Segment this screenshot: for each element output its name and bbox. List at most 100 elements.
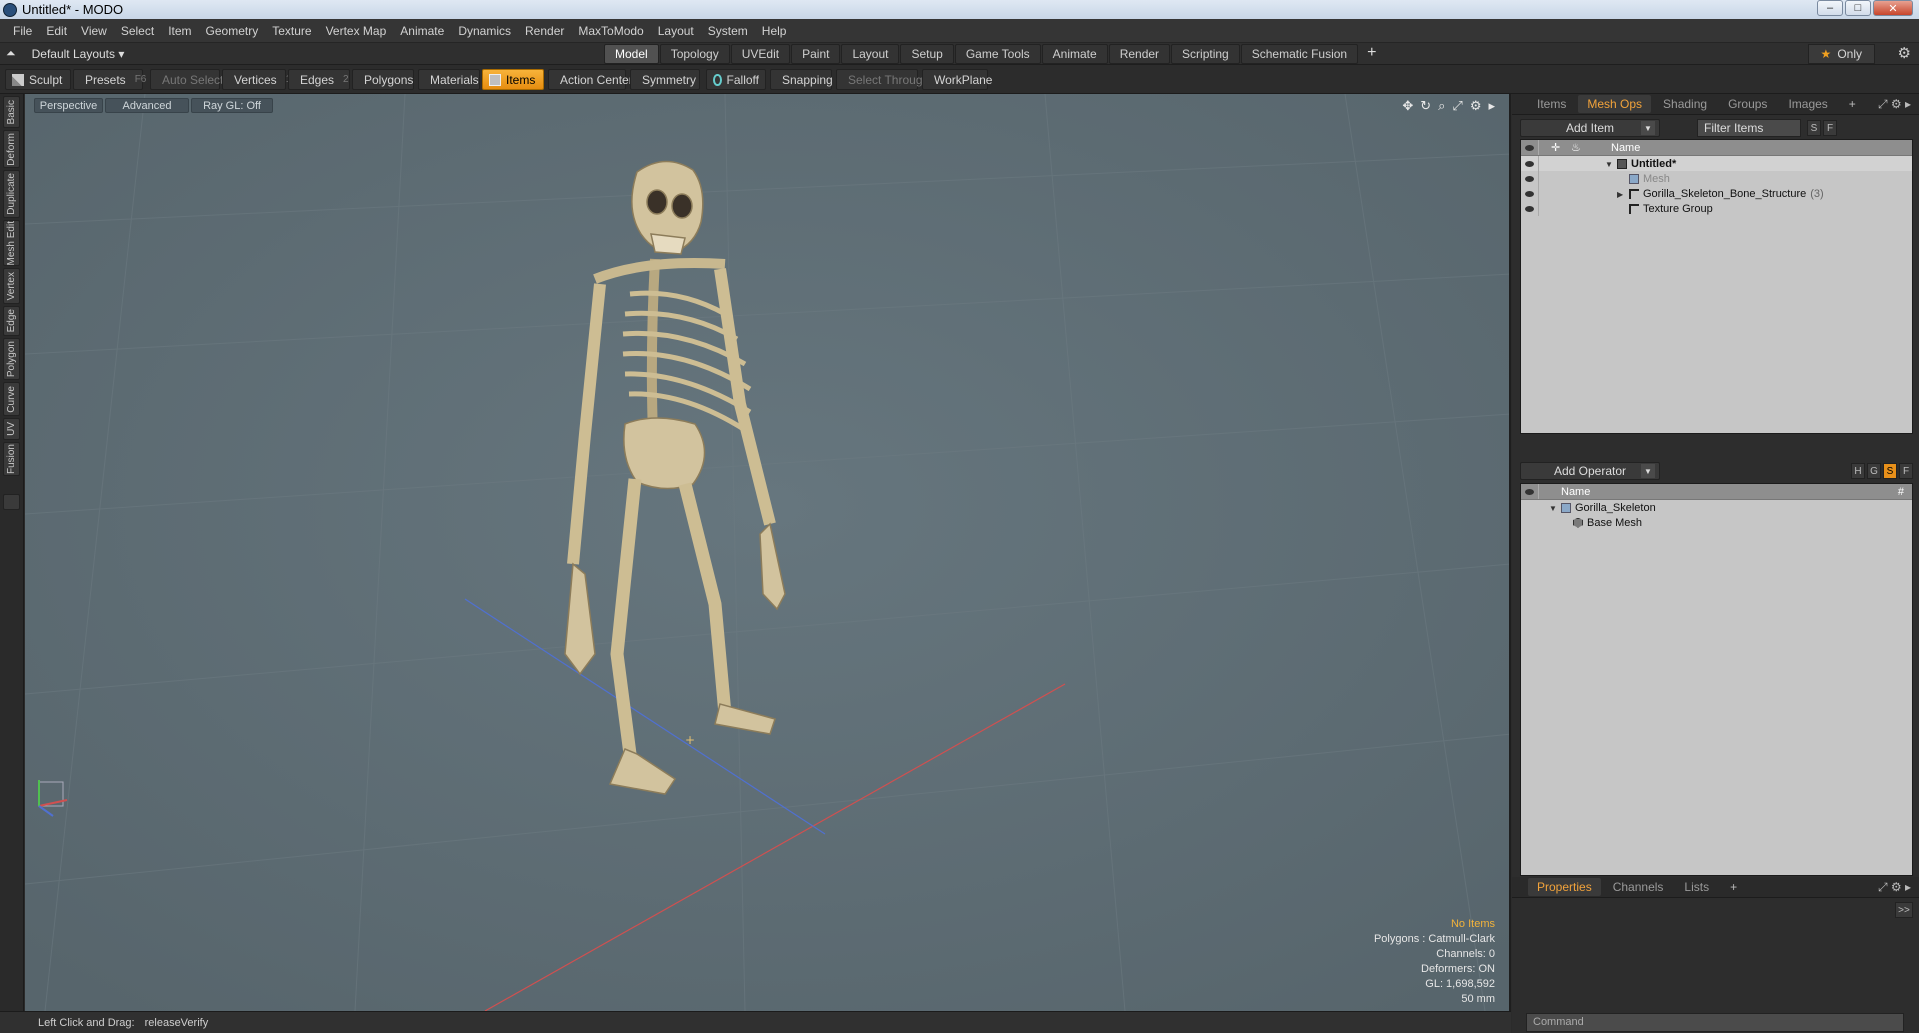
menu-vertex-map[interactable]: Vertex Map — [319, 24, 394, 38]
tree-row-bone-structure[interactable]: ▶ Gorilla_Skeleton_Bone_Structure (3) — [1521, 186, 1912, 201]
eye-icon[interactable] — [1521, 156, 1539, 171]
fit-icon[interactable]: ⤢ — [1452, 98, 1462, 114]
polygons-button[interactable]: Polygons — [352, 69, 414, 90]
tab-layout[interactable]: Layout — [841, 44, 900, 64]
falloff-button[interactable]: Falloff — [706, 69, 766, 90]
vtab-basic[interactable]: Basic — [3, 96, 20, 128]
tree-row-texture-group[interactable]: Texture Group — [1521, 201, 1912, 216]
expand-command-button[interactable]: >> — [1895, 902, 1913, 918]
tab-topology[interactable]: Topology — [659, 44, 730, 64]
tab-channels[interactable]: Channels — [1604, 878, 1673, 896]
menu-texture[interactable]: Texture — [265, 24, 318, 38]
minimize-button[interactable]: – — [1817, 0, 1843, 16]
raygl-toggle[interactable]: Ray GL: Off — [191, 98, 273, 113]
properties-expand-icon[interactable]: ⤢ ⚙ ▸ — [1878, 880, 1911, 895]
action-center-button[interactable]: Action Center — [548, 69, 633, 90]
edges-button[interactable]: Edges 2 — [288, 69, 350, 90]
zoom-icon[interactable]: ⌕ — [1438, 98, 1445, 114]
materials-button[interactable]: Materials — [418, 69, 480, 90]
vertices-button[interactable]: Vertices1 — [222, 69, 291, 90]
add-properties-tab-icon[interactable]: + — [1721, 878, 1746, 896]
rotate-icon[interactable]: ↻ — [1420, 98, 1431, 114]
tab-game-tools[interactable]: Game Tools — [954, 44, 1041, 64]
close-button[interactable]: ✕ — [1873, 0, 1913, 16]
tab-shading[interactable]: Shading — [1654, 95, 1716, 113]
vtab-uv[interactable]: UV — [3, 418, 20, 440]
menu-dynamics[interactable]: Dynamics — [451, 24, 518, 38]
vtab-mesh-edit[interactable]: Mesh Edit — [3, 220, 20, 266]
tab-render[interactable]: Render — [1108, 44, 1171, 64]
eye-icon[interactable] — [1521, 201, 1539, 216]
panel-expand-icon[interactable]: ⤢ ⚙ ▸ — [1878, 97, 1911, 112]
filter-s-button[interactable]: S — [1807, 120, 1821, 136]
collapse-arrow-icon[interactable]: ▶ — [1617, 190, 1629, 199]
menu-system[interactable]: System — [701, 24, 755, 38]
tab-uvedit[interactable]: UVEdit — [730, 44, 791, 64]
presets-button[interactable]: Presets F6 — [73, 69, 146, 90]
expand-arrow-icon[interactable]: ▼ — [1549, 504, 1561, 513]
add-item-dropdown[interactable]: Add Item ▼ — [1520, 119, 1660, 137]
tab-mesh-ops[interactable]: Mesh Ops — [1578, 95, 1652, 113]
snapping-button[interactable]: Snapping — [770, 69, 833, 90]
tab-model[interactable]: Model — [604, 44, 659, 64]
ops-g-button[interactable]: G — [1867, 463, 1881, 479]
default-layouts-dropdown[interactable]: Default Layouts ▾ — [32, 47, 125, 61]
vtab-edge[interactable]: Edge — [3, 306, 20, 336]
shading-mode-dropdown[interactable]: Advanced — [105, 98, 189, 113]
tab-images[interactable]: Images — [1779, 95, 1836, 113]
vtab-fusion[interactable]: Fusion — [3, 442, 20, 476]
tab-animate[interactable]: Animate — [1041, 44, 1108, 64]
maximize-button[interactable]: □ — [1845, 0, 1871, 16]
vtab-deform[interactable]: Deform — [3, 130, 20, 168]
ops-h-button[interactable]: H — [1851, 463, 1865, 479]
add-tab-plus-icon[interactable]: + — [1367, 44, 1376, 64]
symmetry-button[interactable]: Symmetry — [630, 69, 700, 90]
menu-animate[interactable]: Animate — [393, 24, 451, 38]
viewport-gear-icon[interactable]: ⚙ — [1470, 98, 1482, 114]
menu-help[interactable]: Help — [755, 24, 794, 38]
eye-icon[interactable] — [1521, 171, 1539, 186]
menu-geometry[interactable]: Geometry — [199, 24, 266, 38]
op-row-base-mesh[interactable]: Base Mesh — [1521, 515, 1912, 530]
menu-edit[interactable]: Edit — [39, 24, 74, 38]
menu-file[interactable]: File — [6, 24, 39, 38]
only-toggle[interactable]: ★ Only — [1807, 44, 1875, 64]
eye-icon[interactable] — [1521, 186, 1539, 201]
menu-render[interactable]: Render — [518, 24, 571, 38]
menu-select[interactable]: Select — [114, 24, 161, 38]
tab-setup[interactable]: Setup — [900, 44, 954, 64]
vtab-curve[interactable]: Curve — [3, 382, 20, 416]
vtab-duplicate[interactable]: Duplicate — [3, 170, 20, 218]
vtab-extra[interactable] — [3, 494, 20, 510]
command-input[interactable]: Command — [1526, 1013, 1904, 1032]
items-button[interactable]: Items — [482, 69, 544, 90]
ops-f-button[interactable]: F — [1899, 463, 1913, 479]
select-through-button[interactable]: Select Through — [836, 69, 929, 90]
menu-maxtomodo[interactable]: MaxToModo — [571, 24, 650, 38]
expand-arrow-icon[interactable]: ▼ — [1605, 160, 1617, 169]
add-panel-tab-icon[interactable]: + — [1840, 95, 1865, 113]
vtab-polygon[interactable]: Polygon — [3, 338, 20, 380]
tab-lists[interactable]: Lists — [1675, 878, 1718, 896]
tab-properties[interactable]: Properties — [1528, 878, 1601, 896]
viewport-menu-arrow-icon[interactable]: ▸ — [1488, 98, 1495, 114]
add-operator-dropdown[interactable]: Add Operator ▼ — [1520, 462, 1660, 480]
tree-row-scene[interactable]: ▼ Untitled* — [1521, 156, 1912, 171]
menu-view[interactable]: View — [74, 24, 114, 38]
tab-groups[interactable]: Groups — [1719, 95, 1776, 113]
pan-icon[interactable]: ✥ — [1402, 98, 1413, 114]
auto-select-button[interactable]: Auto Select — [150, 69, 223, 90]
3d-viewport[interactable]: + Perspective Advanced Ray GL: Off ✥ ↻ ⌕… — [25, 94, 1511, 1011]
workplane-button[interactable]: WorkPlane — [922, 69, 992, 90]
tab-paint[interactable]: Paint — [791, 44, 841, 64]
menu-item[interactable]: Item — [161, 24, 198, 38]
ops-s-button[interactable]: S — [1883, 463, 1897, 479]
vtab-vertex[interactable]: Vertex — [3, 268, 20, 304]
filter-items-input[interactable]: Filter Items — [1697, 119, 1801, 137]
view-type-dropdown[interactable]: Perspective — [34, 98, 103, 113]
layout-collapse-icon[interactable]: ⏶ — [6, 46, 16, 61]
sculpt-button[interactable]: Sculpt — [5, 69, 71, 90]
tab-items[interactable]: Items — [1528, 95, 1575, 113]
tab-schematic-fusion[interactable]: Schematic Fusion — [1240, 44, 1359, 64]
tree-row-mesh[interactable]: Mesh — [1521, 171, 1912, 186]
